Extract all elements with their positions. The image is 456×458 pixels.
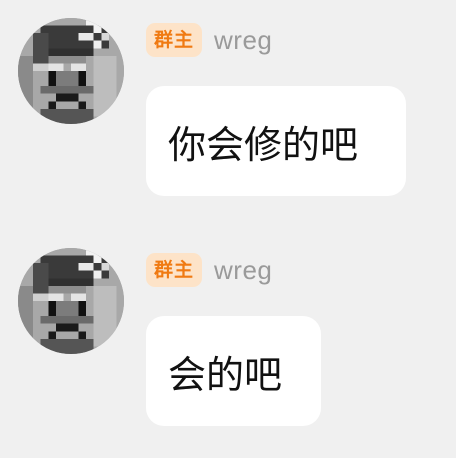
- pixel-face-avatar-icon: [18, 248, 124, 354]
- sender-info: 群主 wreg: [146, 252, 272, 288]
- owner-badge: 群主: [146, 23, 203, 57]
- sender-nickname[interactable]: wreg: [214, 25, 272, 56]
- sender-info: 群主 wreg: [146, 22, 272, 58]
- avatar[interactable]: [18, 248, 124, 354]
- pixel-face-avatar-icon: [18, 18, 124, 124]
- owner-badge: 群主: [146, 253, 203, 287]
- message-bubble[interactable]: 你会修的吧: [146, 86, 406, 196]
- avatar[interactable]: [18, 18, 124, 124]
- sender-nickname[interactable]: wreg: [214, 255, 272, 286]
- message-bubble[interactable]: 会的吧: [146, 316, 321, 426]
